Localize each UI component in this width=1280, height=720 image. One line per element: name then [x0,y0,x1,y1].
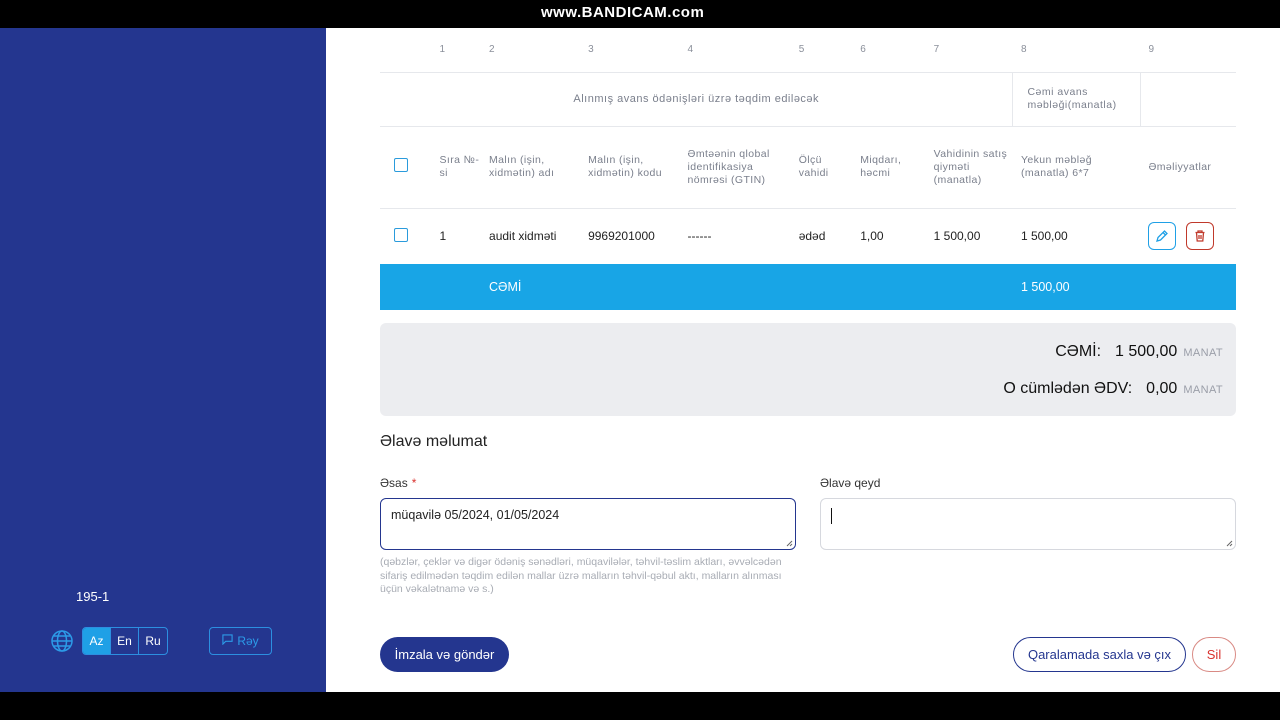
column-header-name: Malın (işin, xidmətin) adı [481,126,581,209]
items-table: 1 2 3 4 5 6 7 8 9 Alınmış avans ödənişlə… [380,28,1236,310]
cell-total: 1 500,00 [1020,229,1068,244]
column-header-seq: Sıra №-si [431,126,482,209]
feedback-label: Rəy [237,634,259,648]
summary-panel: CƏMİ: 1 500,00 MANAT O cümlədən ƏDV: 0,0… [380,323,1236,416]
row-checkbox[interactable] [394,227,408,242]
summary-total-value: 1 500,00 [1115,343,1178,360]
group-header: Alınmış avans ödənişləri üzrə təqdim edi… [380,72,1013,127]
pencil-icon [1156,230,1169,243]
lang-en-button[interactable]: En [111,628,139,654]
column-header-price: Vahidinin satış qiyməti (manatla) [925,126,1013,209]
cell-qty: 1,00 [860,229,884,244]
section-title: Əlavə məlumat [380,433,488,450]
text-caret [831,508,832,524]
cell-code: 9969201000 [588,229,655,244]
note-field-label: Əlavə qeyd [820,476,881,490]
column-header-qty: Miqdarı, həcmi [852,126,926,209]
column-header-unit: Ölçü vahidi [790,126,853,209]
summary-vat-line: O cümlədən ƏDV: 0,00 MANAT [1003,380,1223,398]
column-number: 2 [481,28,581,73]
table-row: 1 audit xidməti 9969201000 ------ ədəd 1… [380,208,1236,264]
cell-gtin: ------ [687,229,712,244]
app-window: 195-1 Az En Ru Rəy 1 2 3 4 5 6 7 8 9 Alı… [0,28,1280,692]
column-header-row: Sıra №-si Malın (işin, xidmətin) adı Mal… [380,126,1236,209]
table-total-row: CƏMİ 1 500,00 [380,264,1236,310]
total-row-label: CƏMİ [481,264,581,310]
column-header-gtin: Əmtəənin qlobal identifikasiya nömrəsi (… [679,126,791,209]
column-number: 9 [1140,28,1236,73]
basis-value: müqavilə 05/2024, 01/05/2024 [391,508,560,522]
sidebar: 195-1 Az En Ru Rəy [0,28,326,692]
summary-vat-currency: MANAT [1183,384,1223,396]
column-number-row: 1 2 3 4 5 6 7 8 9 [380,28,1236,73]
delete-button[interactable]: Sil [1192,637,1236,672]
column-number: 6 [852,28,926,73]
total-row-value: 1 500,00 [1012,264,1141,310]
summary-total-currency: MANAT [1183,347,1223,359]
column-number: 3 [580,28,680,73]
sign-and-send-button[interactable]: İmzala və göndər [380,637,509,672]
basis-field-label: Əsas * [380,476,417,490]
column-number: 1 [431,28,482,73]
column-number: 5 [790,28,853,73]
required-marker: * [411,476,417,490]
recorder-watermark: www.BANDICAM.com [541,4,705,21]
summary-total-label: CƏMİ: [1055,343,1102,360]
basis-textarea[interactable]: müqavilə 05/2024, 01/05/2024 [380,498,796,550]
summary-vat-label: O cümlədən ƏDV: [1003,380,1133,397]
language-options: Az En Ru [82,627,168,655]
summary-total-line: CƏMİ: 1 500,00 MANAT [1055,343,1223,361]
main-content: 1 2 3 4 5 6 7 8 9 Alınmış avans ödənişlə… [326,28,1280,692]
globe-icon[interactable] [50,629,74,653]
resize-handle-icon[interactable] [1225,539,1233,547]
summary-vat-value: 0,00 [1146,380,1178,397]
cell-actions [1140,208,1236,264]
column-header-total: Yekun məbləğ (manatla) 6*7 [1012,126,1141,209]
lang-az-button[interactable]: Az [83,628,111,654]
lang-ru-button[interactable]: Ru [139,628,167,654]
column-number: 7 [925,28,1013,73]
cell-price: 1 500,00 [933,229,981,244]
language-switcher: Az En Ru [50,627,168,655]
select-all-checkbox[interactable] [394,158,408,172]
column-number: 4 [679,28,791,73]
trash-icon [1195,230,1205,242]
group-header-total: Cəmi avans məbləği(manatla) [1012,72,1141,127]
edit-row-button[interactable] [1148,222,1177,251]
save-draft-button[interactable]: Qaralamada saxla və çıx [1013,637,1186,672]
feedback-button[interactable]: Rəy [209,627,272,655]
delete-row-button[interactable] [1185,222,1214,251]
cell-name: audit xidməti [489,229,557,244]
column-header-actions: Əməliyyatlar [1140,126,1236,209]
basis-hint: (qəbzlər, çeklər və digər ödəniş sənədlə… [380,556,782,595]
column-header-code: Malın (işin, xidmətin) kodu [580,126,680,209]
resize-handle-icon[interactable] [785,539,793,547]
chat-icon [222,634,233,648]
version-label: 195-1 [76,589,110,604]
note-textarea[interactable] [820,498,1236,550]
cell-seq: 1 [439,229,447,244]
group-header-row: Alınmış avans ödənişləri üzrə təqdim edi… [380,72,1236,127]
cell-unit: ədəd [798,229,826,244]
column-number: 8 [1012,28,1141,73]
